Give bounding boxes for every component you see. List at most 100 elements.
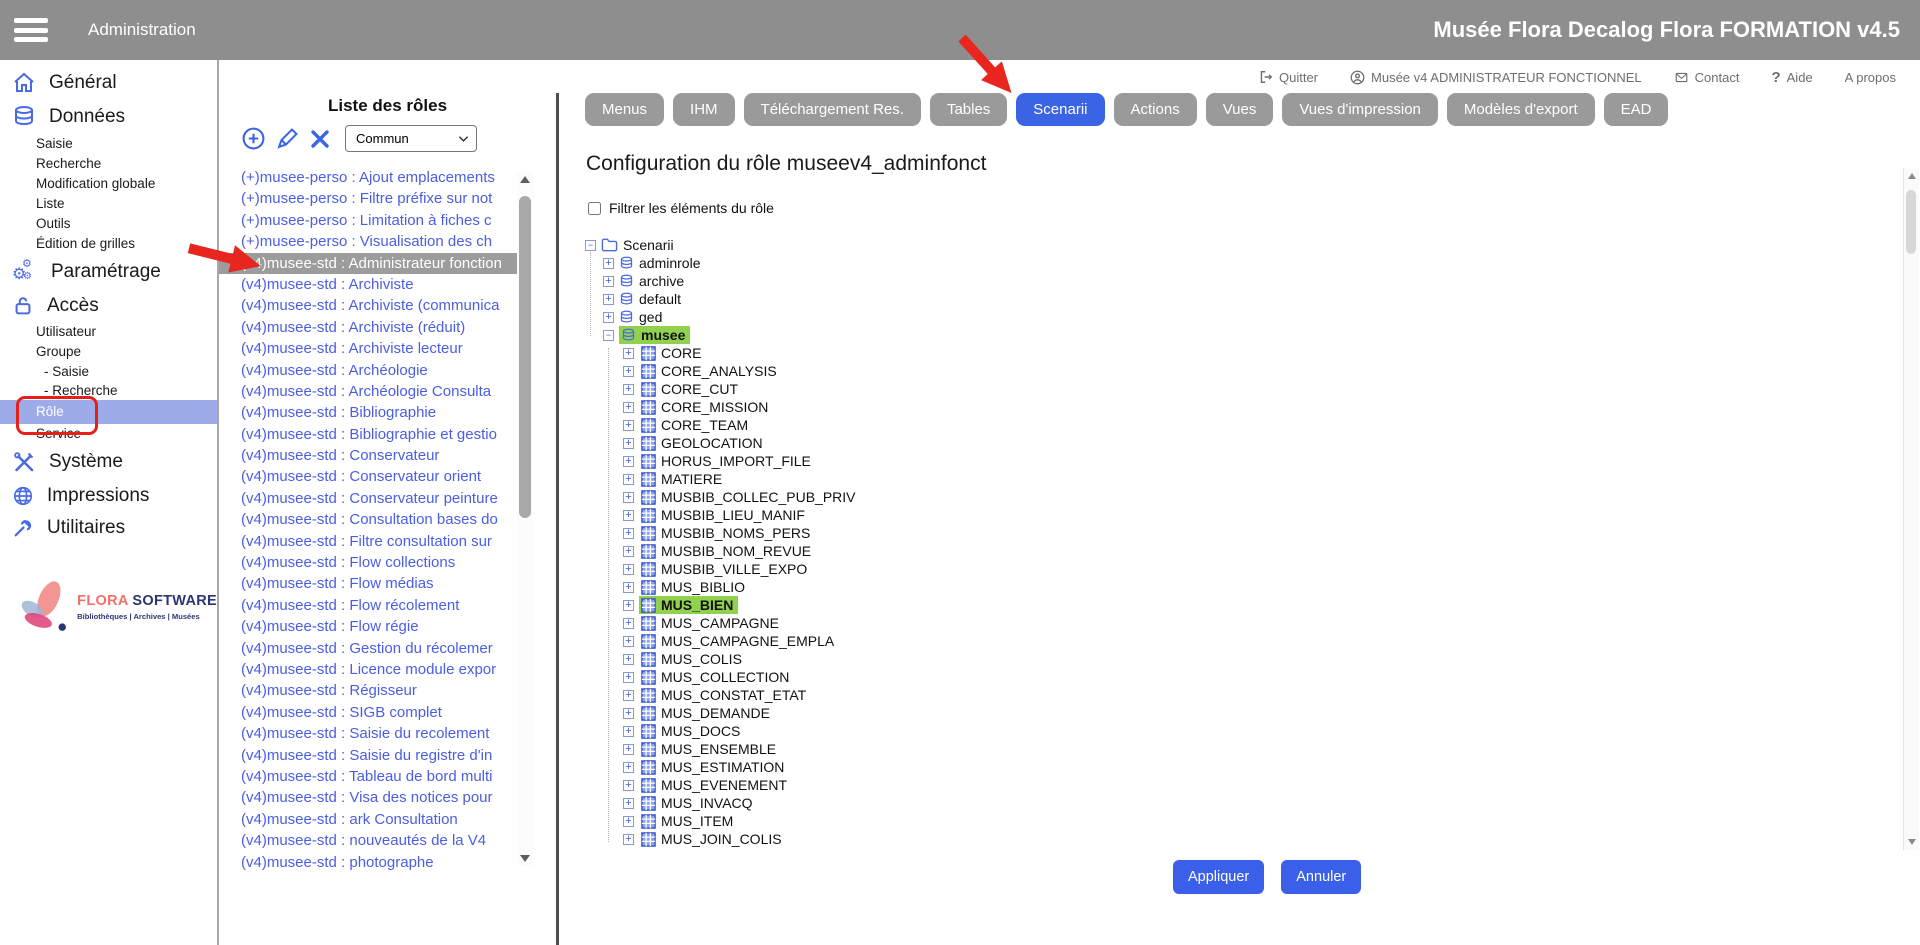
expand-icon[interactable] xyxy=(623,438,634,449)
expand-icon[interactable] xyxy=(623,384,634,395)
role-list-item[interactable]: (v4)musee-std : Archiviste lecteur xyxy=(219,338,517,359)
sidebar-subitem-utilisateur[interactable]: Utilisateur xyxy=(0,322,217,342)
tree-node-table[interactable]: MUS_ITEM xyxy=(585,812,861,830)
role-list-item[interactable]: (v4)musee-std : photographe xyxy=(219,852,517,873)
expand-icon[interactable] xyxy=(623,690,634,701)
expand-icon[interactable] xyxy=(623,618,634,629)
sidebar-subitem[interactable]: Modification globale xyxy=(0,174,217,194)
sidebar-item-systeme[interactable]: Système xyxy=(0,444,217,480)
role-list-item[interactable]: (v4)musee-std : Bibliographie xyxy=(219,402,517,423)
tree-node-table[interactable]: MUS_JOIN_COLIS xyxy=(585,830,861,848)
role-list-item[interactable]: (v4)musee-std : nouveautés de la V4 xyxy=(219,830,517,851)
tree-node-table[interactable]: CORE_MISSION xyxy=(585,398,861,416)
tab[interactable]: Vues xyxy=(1206,93,1274,126)
role-list-item[interactable]: (+)musee-perso : Visualisation des ch xyxy=(219,231,517,252)
apply-button[interactable]: Appliquer xyxy=(1173,860,1264,894)
sidebar-subitem[interactable]: Saisie xyxy=(0,134,217,154)
sidebar-item-impressions[interactable]: Impressions xyxy=(0,480,217,512)
expand-icon[interactable] xyxy=(623,402,634,413)
expand-icon[interactable] xyxy=(623,726,634,737)
tree-node-table[interactable]: CORE xyxy=(585,344,861,362)
tree-node-schema-musee[interactable]: musee xyxy=(585,326,861,344)
help-link[interactable]: Aide xyxy=(1771,69,1812,86)
expand-icon[interactable] xyxy=(623,510,634,521)
tab[interactable]: Modèles d'export xyxy=(1447,93,1595,126)
expand-icon[interactable] xyxy=(623,456,634,467)
tree-node-table[interactable]: MUSBIB_COLLEC_PUB_PRIV xyxy=(585,488,861,506)
expand-icon[interactable] xyxy=(623,492,634,503)
tree-node-table[interactable]: MUS_DEMANDE xyxy=(585,704,861,722)
tree-node-table[interactable]: MUSBIB_VILLE_EXPO xyxy=(585,560,861,578)
tree-node-schema[interactable]: archive xyxy=(585,272,861,290)
tree-node-table[interactable]: MUS_ENSEMBLE xyxy=(585,740,861,758)
tab[interactable]: Actions xyxy=(1114,93,1197,126)
expand-icon[interactable] xyxy=(623,654,634,665)
role-list-item[interactable]: (v4)musee-std : Archiviste xyxy=(219,274,517,295)
expand-icon[interactable] xyxy=(603,312,614,323)
role-list-item[interactable]: (v4)musee-std : Conservateur peinture xyxy=(219,488,517,509)
role-list-item[interactable]: (v4)musee-std : Filtre consultation sur xyxy=(219,531,517,552)
role-list-item[interactable]: (v4)musee-std : Archéologie Consulta xyxy=(219,381,517,402)
expand-icon[interactable] xyxy=(623,348,634,359)
tree-node-table[interactable]: MUSBIB_NOM_REVUE xyxy=(585,542,861,560)
tree-node-table[interactable]: CORE_TEAM xyxy=(585,416,861,434)
expand-icon[interactable] xyxy=(623,528,634,539)
role-list-item[interactable]: (v4)musee-std : Archiviste (communica xyxy=(219,295,517,316)
scroll-down-icon[interactable] xyxy=(520,855,530,862)
sidebar-item-acces[interactable]: Accès xyxy=(0,290,217,322)
sidebar-subitem[interactable]: Recherche xyxy=(0,154,217,174)
hamburger-menu-icon[interactable] xyxy=(14,18,48,42)
expand-icon[interactable] xyxy=(623,744,634,755)
tree-node-table[interactable]: MUS_DOCS xyxy=(585,722,861,740)
role-list-item[interactable]: (v4)musee-std : Conservateur xyxy=(219,445,517,466)
add-role-icon[interactable] xyxy=(241,126,266,151)
tab[interactable]: EAD xyxy=(1604,93,1669,126)
role-list-item[interactable]: (v4)musee-std : Flow régie xyxy=(219,616,517,637)
expand-icon[interactable] xyxy=(603,294,614,305)
tree-node-table[interactable]: MUS_BIBLIO xyxy=(585,578,861,596)
role-list-item[interactable]: (v4)musee-std : Visa des notices pour xyxy=(219,787,517,808)
expand-icon[interactable] xyxy=(623,762,634,773)
tab[interactable]: Téléchargement Res. xyxy=(744,93,921,126)
role-list-item[interactable]: (v4)musee-std : SIGB complet xyxy=(219,702,517,723)
tree-node-schema[interactable]: default xyxy=(585,290,861,308)
expand-icon[interactable] xyxy=(623,366,634,377)
scroll-down-icon[interactable] xyxy=(1908,839,1916,845)
sidebar-subitem[interactable]: Édition de grilles xyxy=(0,234,217,254)
tree-node-table[interactable]: MUS_CAMPAGNE xyxy=(585,614,861,632)
role-list-item[interactable]: (v4)musee-std : Archéologie xyxy=(219,360,517,381)
sidebar-item-utilitaires[interactable]: Utilitaires xyxy=(0,512,217,544)
sidebar-subitem-groupe[interactable]: Groupe xyxy=(0,342,217,362)
tree-node-table[interactable]: GEOLOCATION xyxy=(585,434,861,452)
expand-icon[interactable] xyxy=(603,258,614,269)
tree-node-table[interactable]: MUS_COLLECTION xyxy=(585,668,861,686)
scroll-up-icon[interactable] xyxy=(520,176,530,183)
tab[interactable]: Menus xyxy=(585,93,664,126)
role-list-item[interactable]: (v4)musee-std : Gestion du récolemer xyxy=(219,638,517,659)
expand-icon[interactable] xyxy=(623,546,634,557)
role-list-item[interactable]: (v4)musee-std : Régisseur xyxy=(219,680,517,701)
role-list-item[interactable]: (+)musee-perso : Limitation à fiches c xyxy=(219,210,517,231)
role-list-item[interactable]: (v4)musee-std : Saisie du recolement xyxy=(219,723,517,744)
tree-node-table[interactable]: CORE_ANALYSIS xyxy=(585,362,861,380)
expand-icon[interactable] xyxy=(623,780,634,791)
expand-icon[interactable] xyxy=(623,420,634,431)
tab[interactable]: IHM xyxy=(673,93,735,126)
expand-icon[interactable] xyxy=(623,582,634,593)
scroll-up-icon[interactable] xyxy=(1908,173,1916,179)
role-scope-select[interactable]: Commun xyxy=(345,125,477,152)
sidebar-item-general[interactable]: Général xyxy=(0,66,217,100)
delete-role-icon[interactable] xyxy=(308,127,332,151)
tree-node-schema[interactable]: ged xyxy=(585,308,861,326)
tree-node-table[interactable]: MUS_EVENEMENT xyxy=(585,776,861,794)
tree-node-table[interactable]: HORUS_IMPORT_FILE xyxy=(585,452,861,470)
quit-link[interactable]: Quitter xyxy=(1259,70,1318,85)
current-user[interactable]: Musée v4 ADMINISTRATEUR FONCTIONNEL xyxy=(1350,70,1642,85)
scrollbar-thumb[interactable] xyxy=(1906,190,1916,254)
role-list-item[interactable]: (v4)musee-std : Licence module expor xyxy=(219,659,517,680)
expand-icon[interactable] xyxy=(623,834,634,845)
role-list-item[interactable]: (+)musee-perso : Filtre préfixe sur not xyxy=(219,188,517,209)
tab[interactable]: Scenarii xyxy=(1016,93,1104,126)
role-list-item[interactable]: (v4)musee-std : Flow récolement xyxy=(219,595,517,616)
role-list-item[interactable]: (v4)musee-std : Flow médias xyxy=(219,573,517,594)
